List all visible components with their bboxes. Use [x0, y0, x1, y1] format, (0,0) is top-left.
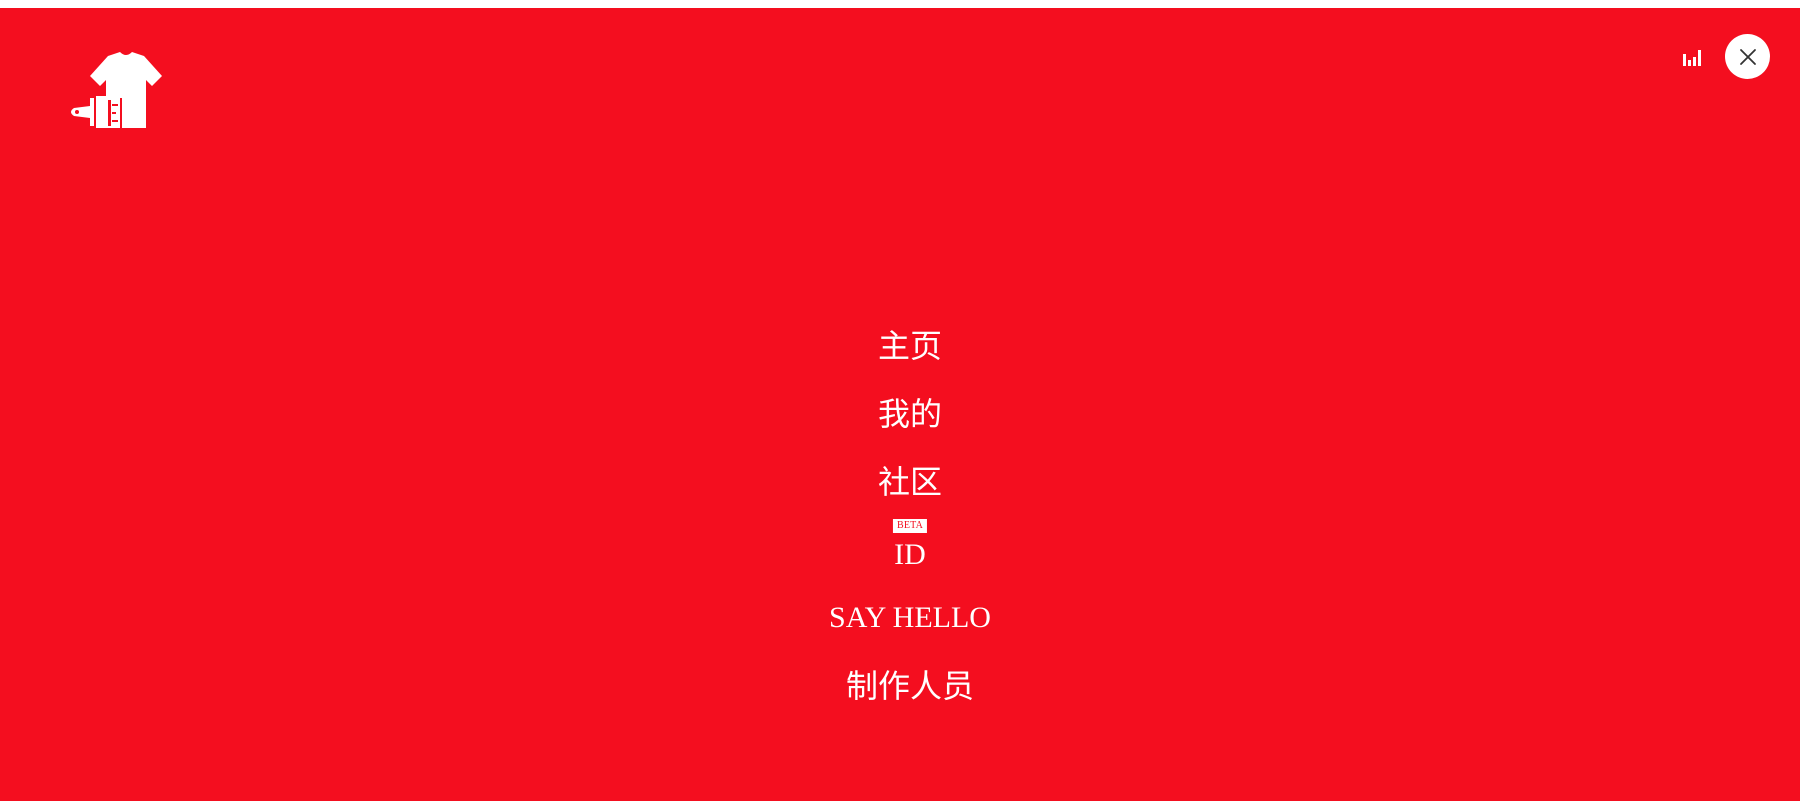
nav-item-mine[interactable]: 我的 [878, 380, 942, 448]
close-icon [1739, 48, 1756, 65]
nav-item-home[interactable]: 主页 [878, 312, 942, 380]
beta-badge: BETA [892, 519, 928, 533]
bar-chart-icon[interactable] [1681, 46, 1703, 68]
main-navigation: 主页 我的 社区 BETA ID SAY HELLO 制作人员 [0, 312, 1800, 720]
logo-svg [71, 52, 162, 128]
nav-item-community[interactable]: 社区 [878, 448, 942, 516]
tshirt-paintbrush-logo-icon[interactable] [68, 52, 184, 144]
nav-item-credits[interactable]: 制作人员 [846, 652, 974, 720]
menu-overlay: 主页 我的 社区 BETA ID SAY HELLO 制作人员 [0, 8, 1800, 801]
header-actions [1681, 34, 1770, 79]
nav-item-id[interactable]: BETA ID [892, 516, 928, 584]
nav-item-id-label: ID [894, 538, 926, 571]
nav-item-say-hello[interactable]: SAY HELLO [829, 584, 991, 652]
browser-top-bar [0, 0, 1800, 8]
close-button[interactable] [1725, 34, 1770, 79]
